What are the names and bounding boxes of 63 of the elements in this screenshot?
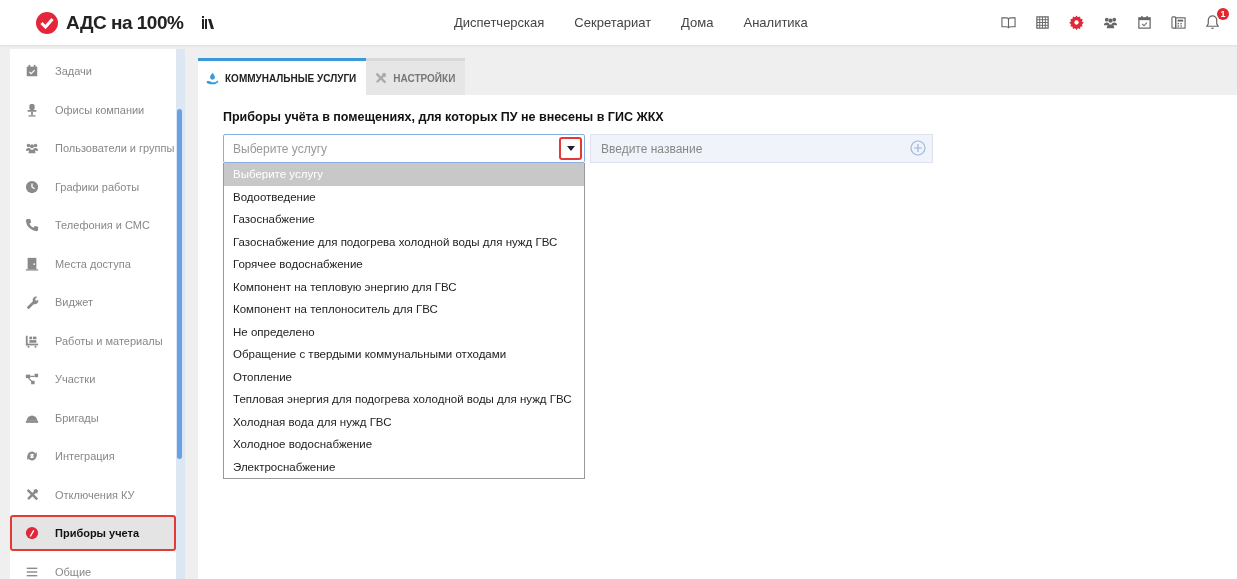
- sidebar-item[interactable]: Бригады: [10, 399, 176, 436]
- nav-link[interactable]: Дома: [681, 15, 714, 30]
- caret-icon: [566, 146, 575, 151]
- desk-phone-icon[interactable]: [1171, 15, 1186, 30]
- notification-badge: 1: [1217, 8, 1229, 20]
- sidebar-item[interactable]: Задачи: [10, 53, 176, 89]
- scrollbar[interactable]: [176, 49, 185, 579]
- bell-icon[interactable]: [1205, 15, 1220, 30]
- sidebar-item[interactable]: Приборы учета: [10, 515, 176, 551]
- sidebar-item[interactable]: Телефония и СМС: [10, 207, 176, 243]
- dropdown-option[interactable]: Водоотведение: [224, 185, 584, 208]
- cart-icon: [25, 333, 39, 348]
- settings-icon[interactable]: [1069, 15, 1084, 30]
- dropdown-option[interactable]: Горячее водоснабжение: [224, 253, 584, 276]
- dropdown-option[interactable]: Холодная вода для нужд ГВС: [224, 410, 584, 433]
- section-title: Приборы учёта в помещениях, для которых ПУ не внесены в ГИС ЖКХ: [223, 110, 665, 124]
- sidebar-item[interactable]: Общие: [10, 553, 176, 579]
- sidebar-item[interactable]: Работы и материалы: [10, 322, 176, 359]
- chair-icon: [25, 102, 39, 117]
- gauge-icon: [25, 526, 39, 540]
- dropdown-option[interactable]: Газоснабжение: [224, 208, 584, 231]
- calendar-icon: [25, 64, 39, 78]
- sidebar-item[interactable]: Интеграция: [10, 438, 176, 474]
- people-icon: [25, 141, 39, 155]
- nav-link[interactable]: Диспетчерская: [454, 15, 545, 30]
- dropdown-option[interactable]: Компонент на тепловую энергию для ГВС: [224, 275, 584, 298]
- dropdown-option[interactable]: Обращение с твердыми коммунальными отходами: [224, 343, 584, 366]
- nav-link[interactable]: Аналитика: [743, 15, 808, 30]
- dropdown-option[interactable]: Не определено: [224, 320, 584, 343]
- calendar-check-icon[interactable]: [1137, 15, 1152, 30]
- wrench-icon: [25, 295, 39, 309]
- dropdown-option[interactable]: Компонент на теплоноситель для ГВС: [224, 298, 584, 321]
- dropdown-option[interactable]: Электроснабжение: [224, 455, 584, 478]
- dropdown-option[interactable]: Отопление: [224, 365, 584, 388]
- tools-icon: [25, 487, 39, 502]
- dropdown-option[interactable]: Тепловая энергия для подогрева холодной воды для нужд ГВС: [224, 388, 584, 411]
- dropdown-option[interactable]: Газоснабжение для подогрева холодной воды для нужд ГВС: [224, 230, 584, 253]
- sync-icon: [25, 449, 39, 463]
- tools-icon: [374, 71, 388, 85]
- logo-check-icon: [36, 11, 58, 34]
- name-field[interactable]: Введите название: [590, 134, 933, 163]
- network-icon: [25, 372, 39, 386]
- sidebar-item[interactable]: Пользователи и группы: [10, 130, 176, 166]
- logo-text: АДС на 100%: [66, 11, 184, 34]
- sidebar-item[interactable]: Участки: [10, 361, 176, 397]
- clock-icon: [25, 179, 39, 194]
- dropdown-option[interactable]: Холодное водоснабжение: [224, 433, 584, 456]
- book-icon[interactable]: [1001, 15, 1016, 30]
- tab[interactable]: КОММУНАЛЬНЫЕ УСЛУГИ: [198, 58, 367, 95]
- sidebar-item[interactable]: Места доступа: [10, 245, 176, 282]
- door-icon: [25, 256, 39, 271]
- hand-drop-icon: [206, 71, 219, 85]
- dropdown-toggle[interactable]: [559, 137, 582, 160]
- library-icon[interactable]: [201, 15, 216, 30]
- calendar-grid-icon[interactable]: [1035, 15, 1050, 30]
- nav-link[interactable]: Секретариат: [574, 15, 652, 30]
- sidebar-item[interactable]: Виджет: [10, 284, 176, 320]
- sidebar-item[interactable]: Отключения КУ: [10, 476, 176, 513]
- phone-icon: [25, 218, 39, 232]
- sidebar-item[interactable]: Офисы компании: [10, 91, 176, 128]
- sidebar-item[interactable]: Графики работы: [10, 168, 176, 205]
- tab[interactable]: НАСТРОЙКИ: [366, 58, 466, 95]
- people-icon[interactable]: [1103, 15, 1118, 30]
